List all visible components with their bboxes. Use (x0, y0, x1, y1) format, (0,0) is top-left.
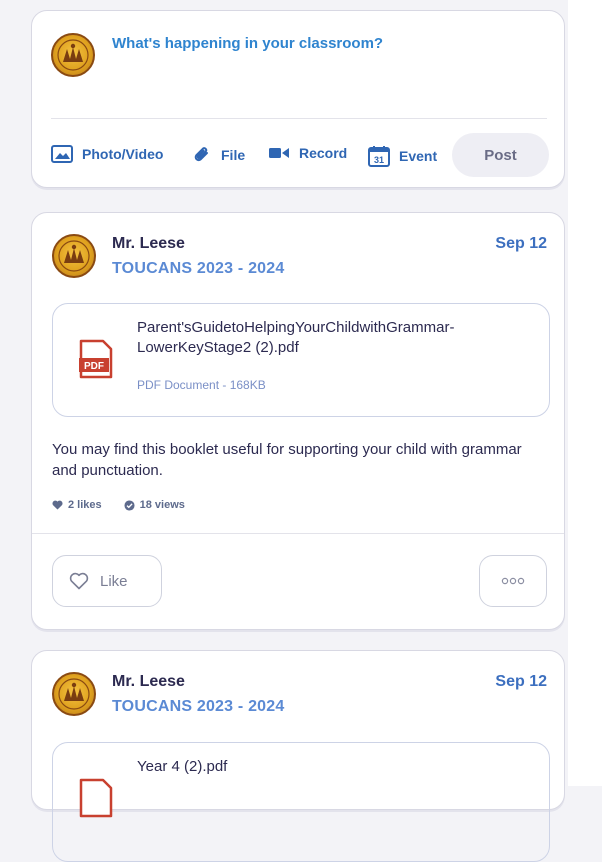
post-author[interactable]: Mr. Leese (112, 235, 185, 253)
author-avatar[interactable] (52, 234, 96, 278)
post-divider (32, 533, 564, 534)
post-button[interactable]: Post (452, 133, 549, 177)
record-label: Record (299, 145, 348, 161)
event-button[interactable]: 31 Event (368, 145, 437, 167)
school-crest-avatar (51, 33, 95, 77)
image-icon (51, 145, 73, 163)
attachment-file-name[interactable]: Year 4 (2).pdf (137, 757, 517, 777)
check-circle-icon (124, 499, 135, 511)
post-date: Sep 12 (495, 673, 547, 690)
pdf-file-icon: PDF (79, 339, 113, 379)
heart-outline-icon (69, 572, 89, 590)
author-avatar[interactable] (52, 672, 96, 716)
post-stats: 2 likes 18 views (52, 499, 207, 511)
post-author[interactable]: Mr. Leese (112, 673, 185, 691)
feed-post: Mr. Leese TOUCANS 2023 - 2024 Sep 12 PDF… (31, 212, 565, 630)
post-composer: What's happening in your classroom? Phot… (31, 10, 565, 188)
photo-video-button[interactable]: Photo/Video (51, 145, 163, 163)
file-attachment[interactable]: PDF Parent'sGuidetoHelpingYourChildwithG… (52, 303, 550, 417)
like-button[interactable]: Like (52, 555, 162, 607)
pdf-icon-label: PDF (84, 361, 104, 372)
file-attachment[interactable]: Year 4 (2).pdf (52, 742, 550, 862)
calendar-icon-day: 31 (374, 155, 384, 165)
file-label: File (221, 147, 246, 163)
composer-prompt[interactable]: What's happening in your classroom? (112, 35, 383, 52)
likes-count[interactable]: 2 likes (52, 499, 102, 511)
composer-divider (51, 118, 547, 119)
likes-count-label: 2 likes (68, 499, 102, 511)
views-count[interactable]: 18 views (124, 499, 185, 511)
paperclip-icon (194, 147, 208, 162)
heart-icon (52, 500, 63, 510)
photo-video-label: Photo/Video (82, 146, 164, 162)
video-camera-icon (269, 148, 289, 158)
post-date: Sep 12 (495, 235, 547, 252)
post-class-name[interactable]: TOUCANS 2023 - 2024 (112, 698, 284, 716)
more-options-button[interactable] (479, 555, 547, 607)
record-button[interactable]: Record (268, 145, 347, 161)
calendar-icon: 31 (368, 146, 390, 167)
views-count-label: 18 views (139, 499, 185, 511)
pdf-file-icon (79, 778, 113, 818)
like-button-label: Like (100, 572, 128, 590)
event-label: Event (399, 148, 438, 164)
feed-post: Mr. Leese TOUCANS 2023 - 2024 Sep 12 Yea… (31, 650, 565, 862)
attachment-file-name[interactable]: Parent'sGuidetoHelpingYourChildwithGramm… (137, 318, 517, 358)
post-class-name[interactable]: TOUCANS 2023 - 2024 (112, 260, 284, 278)
more-dots-icon (501, 577, 525, 585)
post-text: You may find this booklet useful for sup… (52, 441, 522, 479)
attachment-file-meta: PDF Document - 168KB (137, 378, 266, 392)
right-scroll-rail (568, 0, 602, 786)
file-button[interactable]: File (192, 145, 245, 165)
